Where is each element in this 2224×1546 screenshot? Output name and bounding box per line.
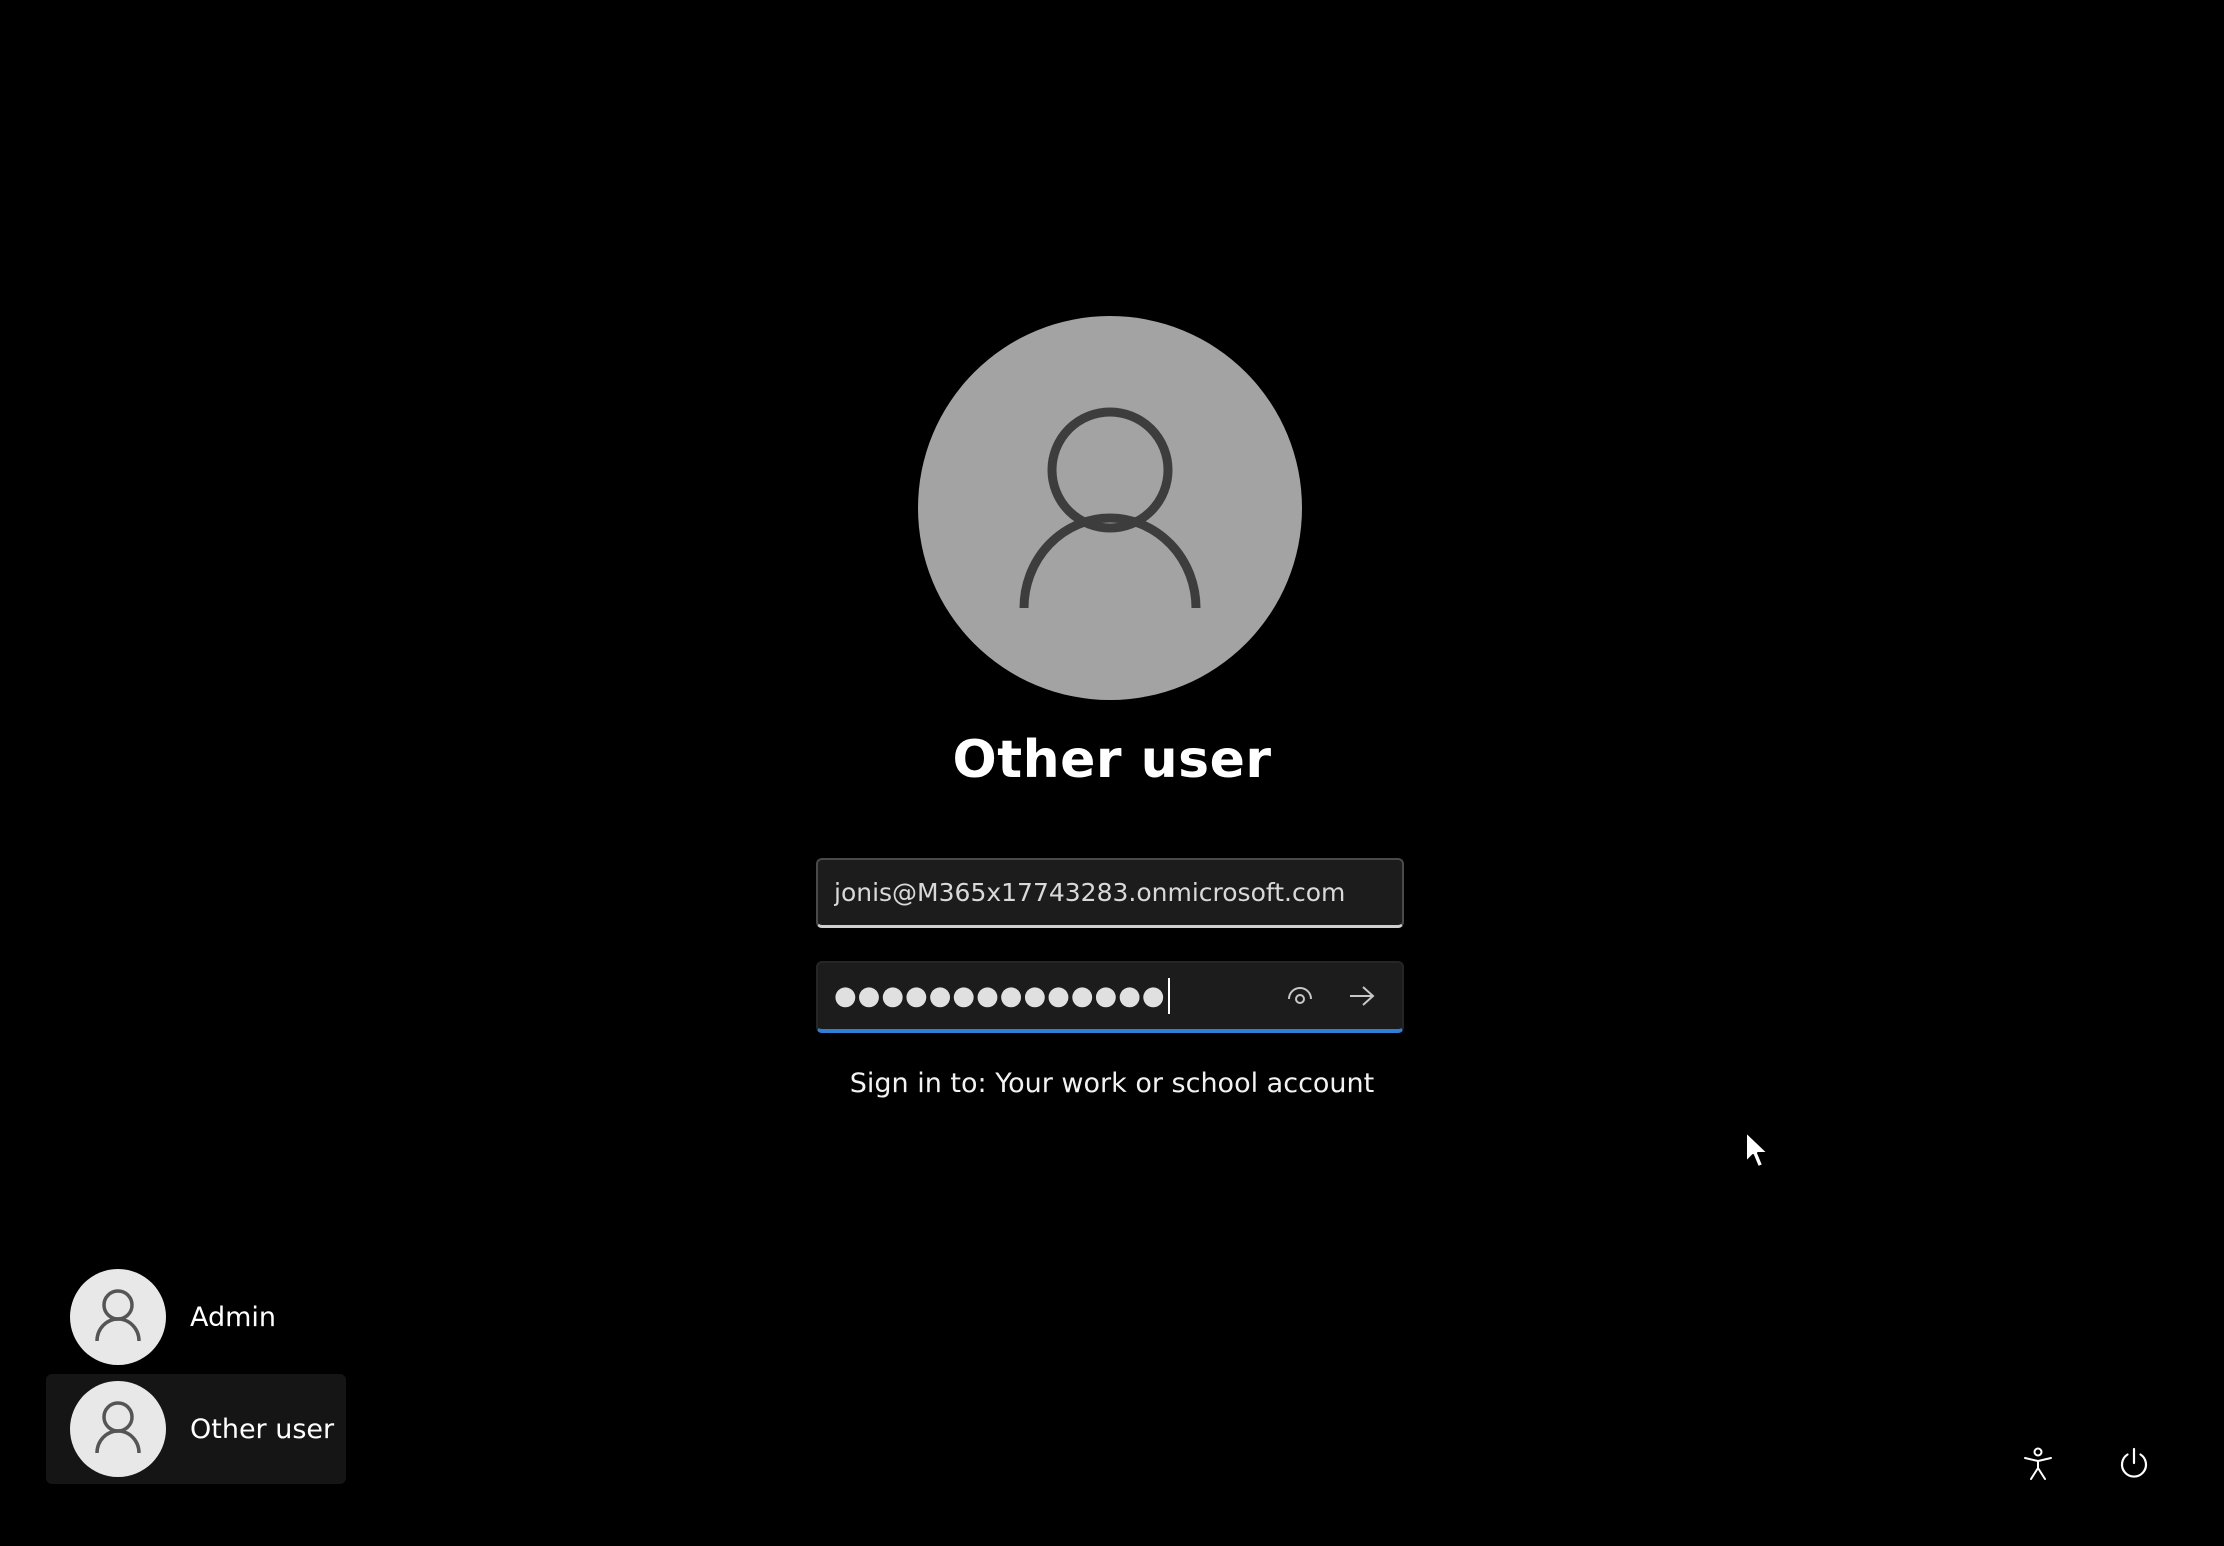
mouse-cursor-icon [1745, 1131, 1769, 1168]
user-item-admin[interactable]: Admin [46, 1262, 346, 1372]
user-display-name: Other user [952, 730, 1272, 790]
arrow-right-icon [1350, 986, 1375, 1006]
sign-in-target-text: Sign in to: Your work or school account [849, 1068, 1375, 1099]
reveal-password-button[interactable] [1276, 972, 1324, 1020]
user-switcher-list: Admin Other user [46, 1262, 346, 1484]
password-input[interactable]: ●●●●●●●●●●●●●● [834, 978, 1276, 1014]
accessibility-icon [2024, 1447, 2052, 1480]
lock-screen: Other user ●●●●●●●●●●●●●● Sign in to: Yo… [0, 0, 2224, 1546]
text-caret [1167, 978, 1170, 1014]
power-icon [2120, 1447, 2148, 1478]
user-item-label: Other user [190, 1413, 335, 1445]
person-icon [95, 1289, 141, 1342]
avatar [70, 1269, 166, 1365]
password-field[interactable]: ●●●●●●●●●●●●●● [816, 961, 1404, 1033]
accessibility-button[interactable] [2010, 1436, 2066, 1492]
power-button[interactable] [2106, 1436, 2162, 1492]
person-icon [95, 1401, 141, 1454]
person-icon [1019, 407, 1201, 609]
avatar [70, 1381, 166, 1477]
user-item-label: Admin [190, 1301, 277, 1333]
submit-button[interactable] [1338, 972, 1386, 1020]
user-item-other-user[interactable]: Other user [46, 1374, 346, 1484]
username-field[interactable] [816, 858, 1404, 928]
eye-icon [1288, 987, 1312, 1004]
password-masked-value: ●●●●●●●●●●●●●● [834, 981, 1166, 1011]
user-avatar [918, 316, 1302, 700]
username-input[interactable] [834, 878, 1386, 907]
